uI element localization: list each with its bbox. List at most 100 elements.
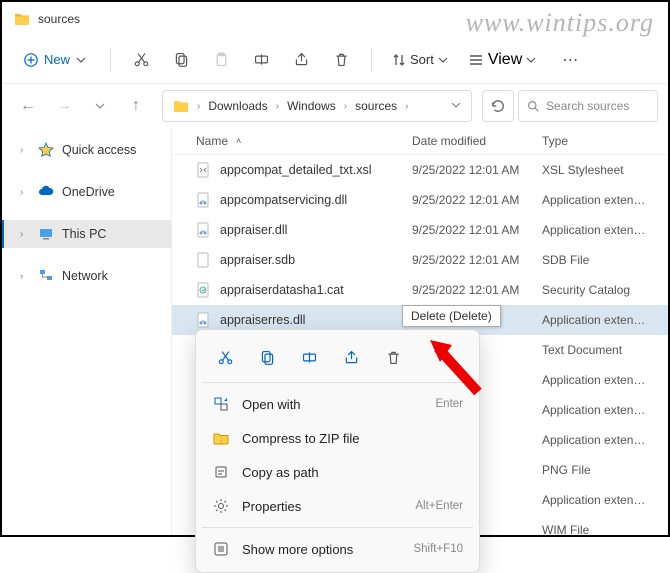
ctx-shortcut: Shift+F10 (413, 543, 463, 555)
chevron-right-icon[interactable]: › (20, 229, 30, 240)
file-type: Text Document (542, 343, 668, 357)
chevron-right-icon[interactable]: › (20, 145, 30, 156)
file-name: appraiserres.dll (220, 313, 305, 327)
breadcrumb[interactable]: sources (349, 95, 403, 117)
sidebar-item-network[interactable]: › Network (2, 262, 171, 290)
column-type[interactable]: Type (542, 134, 668, 148)
delete-button[interactable] (323, 42, 359, 78)
recent-button[interactable] (84, 90, 116, 122)
file-row[interactable]: appraiserdatasha1.cat9/25/2022 12:01 AMS… (172, 275, 668, 305)
rename-button[interactable] (243, 42, 279, 78)
column-headers: Name˄ Date modified Type (172, 128, 668, 155)
file-name: appraiser.sdb (220, 253, 295, 267)
ctx-label: Compress to ZIP file (242, 431, 360, 446)
file-type: PNG File (542, 463, 668, 477)
sort-button[interactable]: Sort (384, 46, 456, 73)
file-row[interactable]: appraiser.dll9/25/2022 12:01 AMApplicati… (172, 215, 668, 245)
forward-button[interactable]: → (48, 90, 80, 122)
separator (371, 48, 372, 72)
file-type: SDB File (542, 253, 668, 267)
ctx-item-more[interactable]: Show more optionsShift+F10 (202, 532, 473, 566)
file-type: XSL Stylesheet (542, 163, 668, 177)
file-date: 9/25/2022 12:01 AM (412, 193, 542, 207)
chevron-right-icon[interactable]: › (195, 101, 202, 112)
share-button[interactable] (283, 42, 319, 78)
chevron-right-icon[interactable]: › (403, 101, 410, 112)
chevron-right-icon[interactable]: › (20, 187, 30, 198)
navigation-bar: ← → ↑ › Downloads › Windows › sources › … (2, 84, 668, 128)
chevron-right-icon[interactable]: › (20, 271, 30, 282)
network-icon (38, 268, 54, 284)
ctx-cut-button[interactable] (206, 340, 244, 374)
copy-button[interactable] (163, 42, 199, 78)
chevron-down-icon[interactable] (445, 100, 467, 113)
cut-button[interactable] (123, 42, 159, 78)
file-type: Application exten… (542, 433, 668, 447)
separator (202, 382, 473, 383)
properties-icon (212, 497, 230, 515)
sort-ascending-icon: ˄ (236, 136, 241, 146)
separator (110, 48, 111, 72)
pc-icon (38, 226, 54, 242)
file-date: 9/25/2022 12:01 AM (412, 163, 542, 177)
file-row[interactable]: appcompat_detailed_txt.xsl 9/25/2022 12:0… (172, 155, 668, 185)
openwith-icon (212, 395, 230, 413)
file-name: appraiser.dll (220, 223, 287, 237)
chevron-right-icon[interactable]: › (274, 101, 281, 112)
address-bar[interactable]: › Downloads › Windows › sources › (162, 90, 472, 122)
ctx-shortcut: Enter (436, 398, 464, 410)
column-date[interactable]: Date modified (412, 134, 542, 148)
file-icon (196, 192, 212, 208)
column-name[interactable]: Name˄ (172, 134, 412, 148)
ctx-label: Open with (242, 397, 301, 412)
breadcrumb[interactable]: Windows (281, 95, 342, 117)
folder-icon (14, 11, 30, 27)
file-row[interactable]: appraiser.sdb 9/25/2022 12:01 AMSDB File (172, 245, 668, 275)
paste-button[interactable] (203, 42, 239, 78)
ctx-share-button[interactable] (332, 340, 370, 374)
sidebar-item-quick-access[interactable]: › Quick access (2, 136, 171, 164)
chevron-down-icon (438, 55, 448, 65)
ctx-item-copypath[interactable]: Copy as path (202, 455, 473, 489)
file-row[interactable]: appcompatservicing.dll9/25/2022 12:01 AM… (172, 185, 668, 215)
search-box[interactable]: Search sources (518, 90, 658, 122)
breadcrumb[interactable]: Downloads (202, 95, 273, 117)
context-icon-row (202, 336, 473, 378)
file-icon (196, 282, 212, 298)
plus-icon (24, 53, 38, 67)
new-button[interactable]: New (12, 46, 98, 73)
ctx-copy-button[interactable] (248, 340, 286, 374)
file-date: 9/25/2022 12:01 AM (412, 253, 542, 267)
title-bar: sources (2, 2, 668, 36)
file-date: 9/25/2022 12:01 AM (412, 283, 542, 297)
search-placeholder: Search sources (546, 99, 629, 113)
chevron-right-icon[interactable]: › (342, 101, 349, 112)
ctx-item-openwith[interactable]: Open with Enter (202, 387, 473, 421)
search-icon (527, 100, 540, 113)
sidebar-item-onedrive[interactable]: › OneDrive (2, 178, 171, 206)
more-button[interactable]: ⋯ (552, 42, 588, 78)
back-button[interactable]: ← (12, 90, 44, 122)
refresh-button[interactable] (482, 90, 514, 122)
more-icon (212, 540, 230, 558)
ctx-rename-button[interactable] (290, 340, 328, 374)
file-icon (196, 162, 212, 178)
file-type: WIM File (542, 523, 668, 535)
window-title: sources (38, 12, 80, 26)
ctx-label: Properties (242, 499, 301, 514)
sidebar-item-this-pc[interactable]: › This PC (2, 220, 171, 248)
sort-icon (392, 53, 406, 67)
separator (202, 527, 473, 528)
chevron-down-icon (76, 55, 86, 65)
view-icon (468, 52, 484, 68)
file-name: appcompat_detailed_txt.xsl (220, 163, 371, 177)
cloud-icon (38, 184, 54, 200)
view-button[interactable]: View (460, 45, 544, 75)
ctx-item-zip[interactable]: Compress to ZIP file (202, 421, 473, 455)
ctx-delete-button[interactable] (374, 340, 412, 374)
up-button[interactable]: ↑ (120, 90, 152, 122)
ctx-item-properties[interactable]: PropertiesAlt+Enter (202, 489, 473, 523)
zip-icon (212, 429, 230, 447)
file-type: Application exten… (542, 493, 668, 507)
navigation-pane: › Quick access › OneDrive › This PC › Ne… (2, 128, 172, 535)
